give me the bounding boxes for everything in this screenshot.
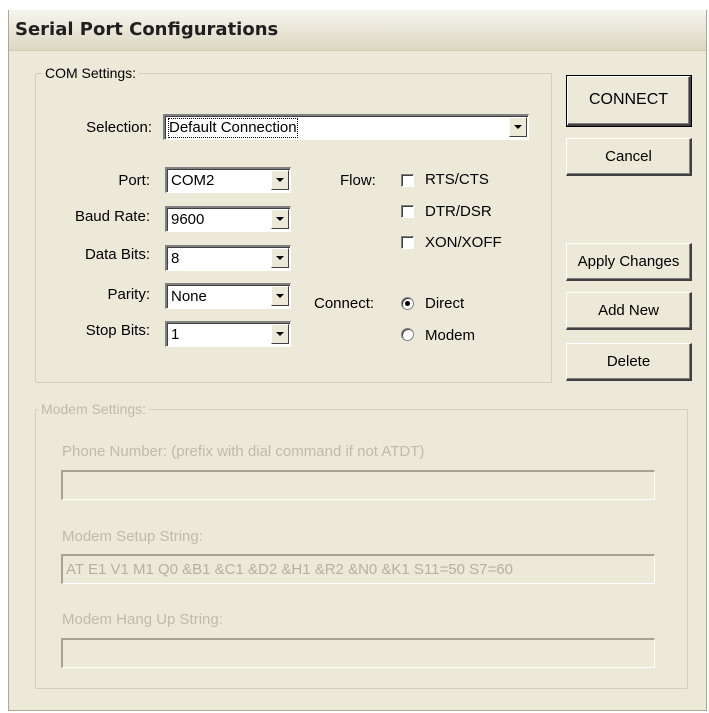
checkbox-dtr-dsr[interactable] [401,205,414,218]
data-bits-label: Data Bits: [84,246,150,263]
chevron-down-icon[interactable] [271,170,289,190]
stop-bits-dropdown[interactable]: 1 [165,321,291,347]
modem-hangup-label: Modem Hang Up String: [62,611,223,628]
stop-bits-label: Stop Bits: [85,322,150,339]
baud-rate-label: Baud Rate: [74,208,150,225]
apply-changes-button[interactable]: Apply Changes [566,243,692,281]
connect-button[interactable]: CONNECT [566,75,692,127]
modem-label[interactable]: Modem [425,327,475,345]
cancel-button[interactable]: Cancel [566,138,692,176]
baud-rate-dropdown[interactable]: 9600 [165,206,291,232]
add-new-button[interactable]: Add New [566,292,692,330]
chevron-down-icon[interactable] [509,117,527,137]
phone-number-label: Phone Number: (prefix with dial command … [62,443,425,460]
xon-xoff-label[interactable]: XON/XOFF [425,234,502,252]
com-settings-legend: COM Settings: [42,65,140,81]
dialog-title: Serial Port Configurations [15,19,279,40]
chevron-down-icon[interactable] [271,209,289,229]
selection-value: Default Connection [168,118,298,138]
title-bar: Serial Port Configurations [9,10,706,51]
chevron-down-icon[interactable] [271,286,289,306]
connect-mode-label: Connect: [314,295,375,312]
parity-value: None [171,288,207,305]
rts-cts-label[interactable]: RTS/CTS [425,171,489,189]
radio-direct[interactable] [401,297,414,310]
phone-number-field[interactable] [61,470,655,500]
checkbox-xon-xoff[interactable] [401,236,414,249]
modem-setup-value: AT E1 V1 M1 Q0 &B1 &C1 &D2 &H1 &R2 &N0 &… [66,561,513,578]
parity-dropdown[interactable]: None [165,283,291,309]
baud-rate-value: 9600 [171,211,205,228]
chevron-down-icon[interactable] [271,324,289,344]
chevron-down-icon[interactable] [271,248,289,268]
port-dropdown[interactable]: COM2 [165,167,291,193]
flow-label: Flow: [340,172,376,189]
parity-label: Parity: [107,286,150,303]
stop-bits-value: 1 [171,326,180,343]
selection-dropdown[interactable]: Default Connection [163,114,529,140]
modem-setup-label: Modem Setup String: [62,528,203,545]
modem-setup-field[interactable]: AT E1 V1 M1 Q0 &B1 &C1 &D2 &H1 &R2 &N0 &… [61,554,655,584]
selection-label: Selection: [86,119,152,136]
modem-settings-legend: Modem Settings: [38,401,150,417]
modem-hangup-field[interactable] [61,638,655,668]
delete-button[interactable]: Delete [566,343,692,381]
dtr-dsr-label[interactable]: DTR/DSR [425,203,492,221]
port-label: Port: [118,172,150,189]
port-value: COM2 [171,172,215,189]
radio-modem[interactable] [401,328,414,341]
radio-selected-dot [405,301,410,306]
checkbox-rts-cts[interactable] [401,174,414,187]
direct-label[interactable]: Direct [425,295,464,313]
data-bits-dropdown[interactable]: 8 [165,245,291,271]
data-bits-value: 8 [171,250,180,267]
